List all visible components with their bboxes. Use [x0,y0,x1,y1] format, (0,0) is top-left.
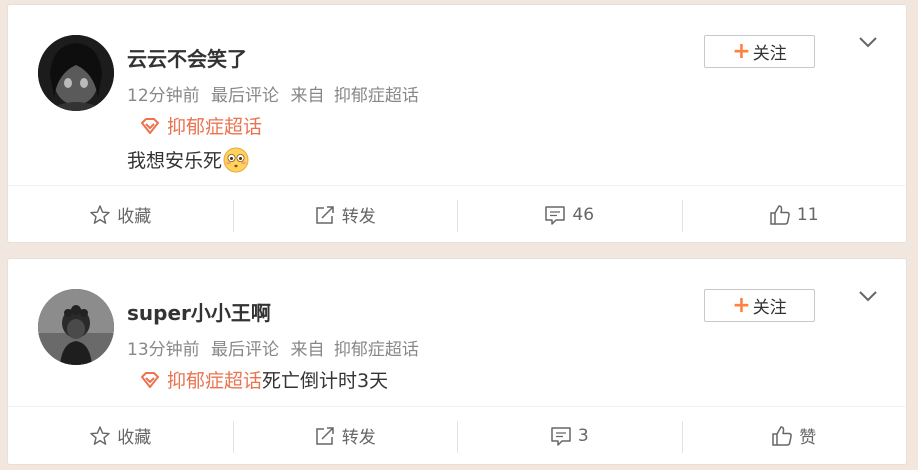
flushed-face-emoji [223,147,249,172]
post-text: 死亡倒计时3天 [262,370,389,392]
follow-label: 关注 [752,44,787,64]
source-prefix: 来自 [290,340,325,360]
comment-count: 46 [572,204,595,225]
post-source[interactable]: 抑郁症超话 [334,86,419,106]
last-comment-label: 最后评论 [211,340,280,360]
action-bar: 收藏 转发 3 赞 [8,406,906,464]
repost-label: 转发 [341,207,376,227]
username[interactable]: super小小王啊 [127,297,271,326]
favorite-button[interactable]: 收藏 [8,407,233,464]
thumbs-up-icon [770,204,790,225]
topic-row: 抑郁症超话 死亡倒计时3天 [139,366,388,393]
feed-card: 云云不会笑了 12分钟前 最后评论 来自 抑郁症超话 抑郁症超话 我想安乐死 +… [7,4,907,243]
supertopic-diamond-icon [141,371,159,388]
favorite-button[interactable]: 收藏 [8,186,233,243]
star-icon [90,425,110,445]
repost-button[interactable]: 转发 [232,186,458,243]
like-label: 赞 [799,428,817,448]
plus-icon: + [732,292,751,318]
post-time[interactable]: 12分钟前 [127,86,200,106]
repost-label: 转发 [341,428,376,448]
post-time[interactable]: 13分钟前 [127,340,200,360]
like-button[interactable]: 赞 [681,407,907,464]
like-button[interactable]: 11 [681,186,907,243]
topic-row: 抑郁症超话 [139,112,262,139]
feed-card: super小小王啊 13分钟前 最后评论 来自 抑郁症超话 抑郁症超话 死亡倒计… [7,258,907,465]
post-text: 我想安乐死 [127,150,223,172]
comment-icon [545,205,566,225]
favorite-label: 收藏 [117,207,152,227]
username[interactable]: 云云不会笑了 [127,43,247,72]
supertopic-diamond-icon [141,117,159,134]
thumbs-up-icon [772,425,793,446]
repost-button[interactable]: 转发 [232,407,458,464]
chevron-down-icon[interactable] [858,289,878,303]
like-count: 11 [796,204,819,225]
avatar[interactable] [38,35,114,111]
plus-icon: + [732,38,751,64]
comment-button[interactable]: 3 [457,407,682,464]
repost-icon [316,205,334,224]
comment-count: 3 [577,425,589,446]
post-content: 我想安乐死 [127,146,249,173]
repost-icon [316,426,334,445]
last-comment-label: 最后评论 [211,86,280,106]
favorite-label: 收藏 [117,428,152,448]
post-source[interactable]: 抑郁症超话 [334,340,419,360]
post-meta: 12分钟前 最后评论 来自 抑郁症超话 [127,81,419,106]
action-bar: 收藏 转发 46 11 [8,185,906,243]
comment-icon [551,426,571,446]
follow-button[interactable]: + 关注 [704,35,815,68]
follow-label: 关注 [752,298,787,318]
supertopic-link[interactable]: 抑郁症超话 [167,112,262,139]
comment-button[interactable]: 46 [457,186,682,243]
source-prefix: 来自 [290,86,325,106]
avatar[interactable] [38,289,114,365]
supertopic-link[interactable]: 抑郁症超话 [167,366,262,393]
post-meta: 13分钟前 最后评论 来自 抑郁症超话 [127,335,419,360]
star-icon [90,204,110,224]
chevron-down-icon[interactable] [858,35,878,49]
follow-button[interactable]: + 关注 [704,289,815,322]
